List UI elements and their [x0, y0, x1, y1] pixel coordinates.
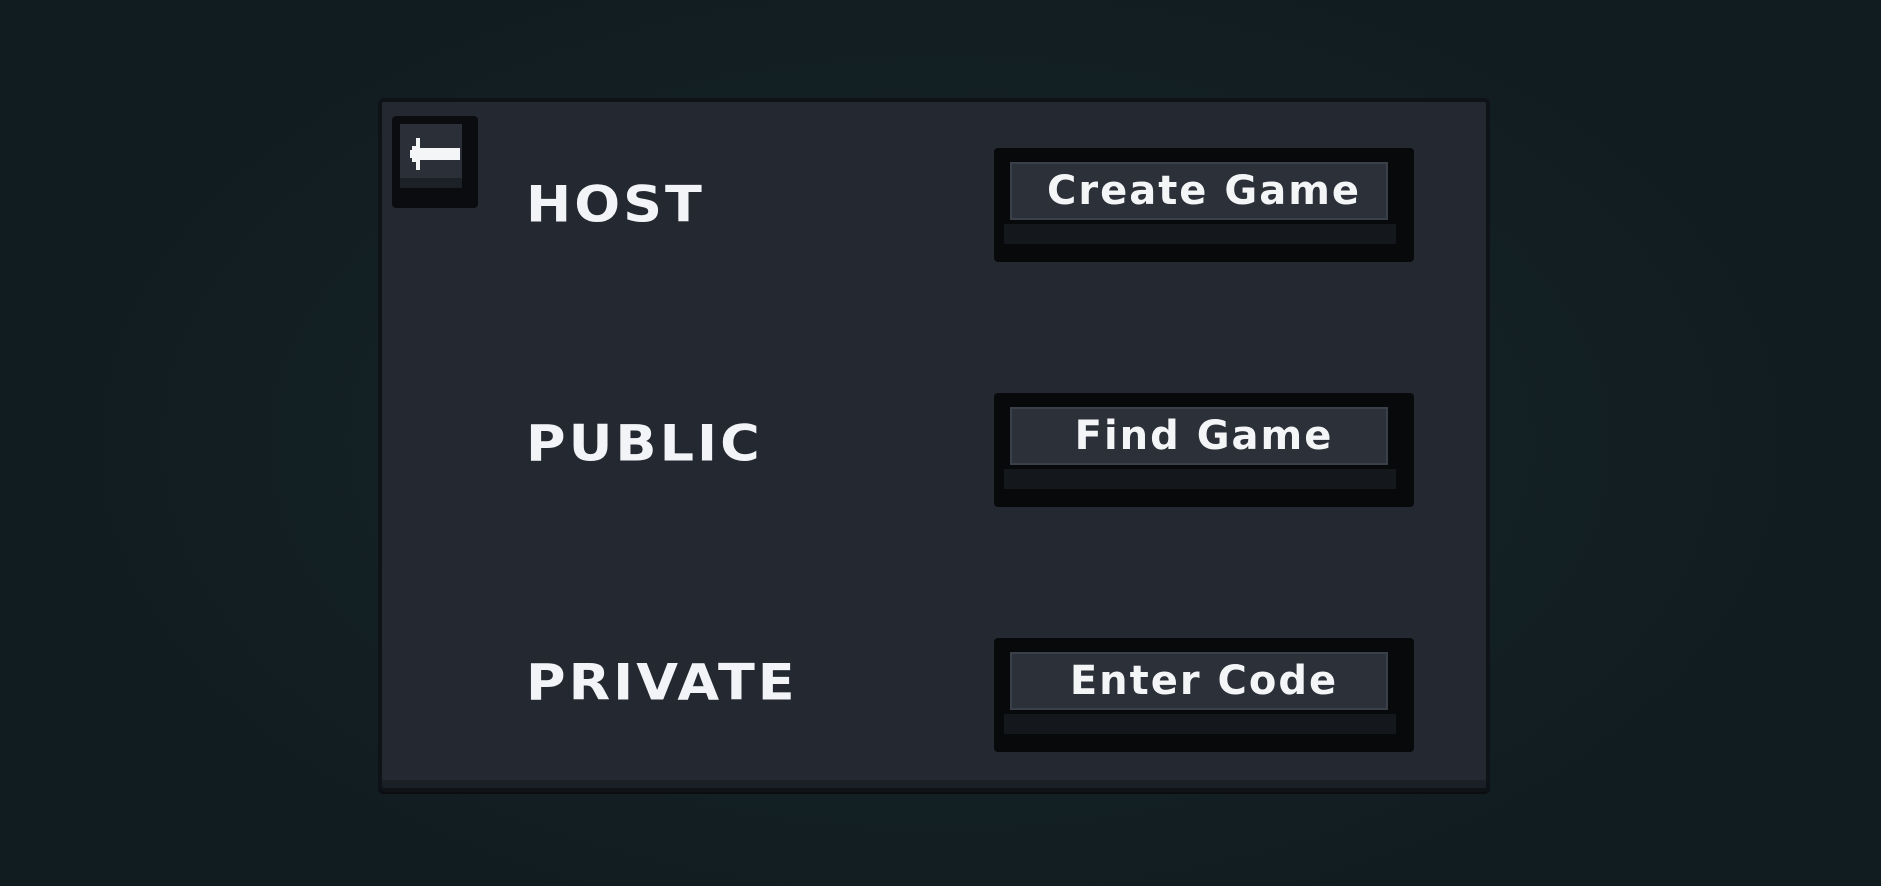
host-label: HOST	[526, 175, 705, 234]
find-game-button[interactable]: Find Game	[994, 393, 1414, 507]
create-game-button-label: Create Game	[1046, 168, 1361, 214]
back-button[interactable]	[392, 116, 478, 208]
enter-code-button[interactable]: Enter Code	[994, 638, 1414, 752]
create-game-button[interactable]: Create Game	[994, 148, 1414, 262]
enter-code-button-label: Enter Code	[1069, 658, 1339, 704]
public-label: PUBLIC	[526, 414, 763, 473]
find-game-button-label: Find Game	[1074, 413, 1334, 459]
private-label: PRIVATE	[526, 653, 798, 712]
